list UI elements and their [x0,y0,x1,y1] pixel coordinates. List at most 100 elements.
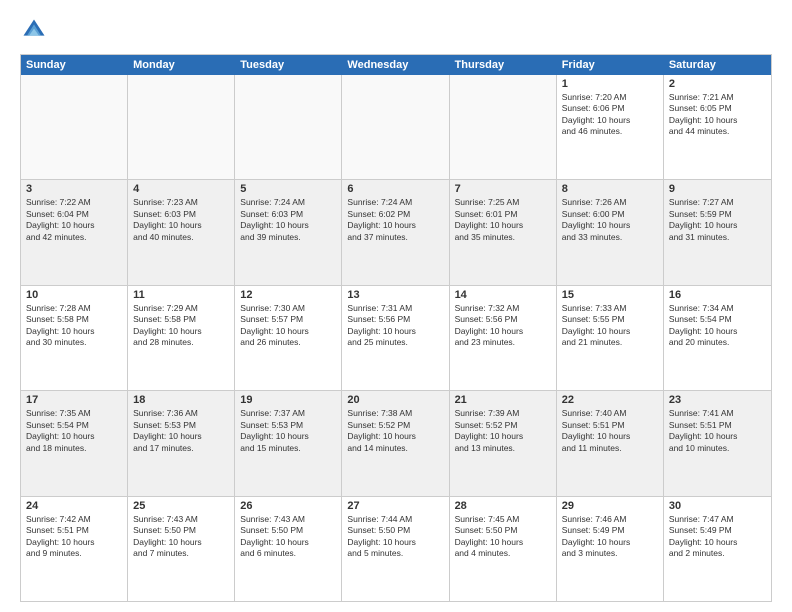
day-number: 14 [455,289,551,301]
day-number: 19 [240,394,336,406]
calendar-cell: 15 Sunrise: 7:33 AM Sunset: 5:55 PM Dayli… [557,286,664,390]
calendar-cell: 25 Sunrise: 7:43 AM Sunset: 5:50 PM Dayli… [128,497,235,601]
logo [20,16,52,44]
day-number: 30 [669,500,766,512]
day-info: Sunrise: 7:25 AM Sunset: 6:01 PM Dayligh… [455,197,551,243]
calendar-row-0: 1 Sunrise: 7:20 AM Sunset: 6:06 PM Daylig… [21,75,771,180]
day-info: Sunrise: 7:26 AM Sunset: 6:00 PM Dayligh… [562,197,658,243]
calendar-cell [21,75,128,179]
day-number: 20 [347,394,443,406]
calendar-cell: 23 Sunrise: 7:41 AM Sunset: 5:51 PM Dayli… [664,391,771,495]
header-day-sunday: Sunday [21,55,128,75]
calendar-cell: 4 Sunrise: 7:23 AM Sunset: 6:03 PM Daylig… [128,180,235,284]
calendar-cell: 5 Sunrise: 7:24 AM Sunset: 6:03 PM Daylig… [235,180,342,284]
day-number: 18 [133,394,229,406]
calendar-cell: 13Sunrise: 7:31 AM Sunset: 5:56 PM Dayli… [342,286,449,390]
calendar-cell: 19Sunrise: 7:37 AM Sunset: 5:53 PM Dayli… [235,391,342,495]
day-info: Sunrise: 7:38 AM Sunset: 5:52 PM Dayligh… [347,408,443,454]
day-number: 7 [455,183,551,195]
day-info: Sunrise: 7:43 AM Sunset: 5:50 PM Dayligh… [133,514,229,560]
day-number: 28 [455,500,551,512]
calendar-row-3: 17Sunrise: 7:35 AM Sunset: 5:54 PM Dayli… [21,391,771,496]
day-info: Sunrise: 7:45 AM Sunset: 5:50 PM Dayligh… [455,514,551,560]
calendar-cell: 26Sunrise: 7:43 AM Sunset: 5:50 PM Dayli… [235,497,342,601]
calendar-cell: 28 Sunrise: 7:45 AM Sunset: 5:50 PM Dayli… [450,497,557,601]
calendar-cell: 22 Sunrise: 7:40 AM Sunset: 5:51 PM Dayli… [557,391,664,495]
day-number: 12 [240,289,336,301]
calendar-header: SundayMondayTuesdayWednesdayThursdayFrid… [21,55,771,75]
day-info: Sunrise: 7:34 AM Sunset: 5:54 PM Dayligh… [669,303,766,349]
day-info: Sunrise: 7:21 AM Sunset: 6:05 PM Dayligh… [669,92,766,138]
header-day-thursday: Thursday [450,55,557,75]
day-number: 27 [347,500,443,512]
day-info: Sunrise: 7:46 AM Sunset: 5:49 PM Dayligh… [562,514,658,560]
calendar-cell: 8 Sunrise: 7:26 AM Sunset: 6:00 PM Daylig… [557,180,664,284]
day-number: 24 [26,500,122,512]
calendar-cell: 18 Sunrise: 7:36 AM Sunset: 5:53 PM Dayli… [128,391,235,495]
calendar-cell: 3 Sunrise: 7:22 AM Sunset: 6:04 PM Daylig… [21,180,128,284]
calendar-row-4: 24 Sunrise: 7:42 AM Sunset: 5:51 PM Dayli… [21,497,771,601]
day-number: 5 [240,183,336,195]
calendar-cell: 24 Sunrise: 7:42 AM Sunset: 5:51 PM Dayli… [21,497,128,601]
calendar-cell: 30 Sunrise: 7:47 AM Sunset: 5:49 PM Dayli… [664,497,771,601]
header [20,16,772,44]
day-info: Sunrise: 7:43 AM Sunset: 5:50 PM Dayligh… [240,514,336,560]
calendar-body: 1 Sunrise: 7:20 AM Sunset: 6:06 PM Daylig… [21,75,771,601]
calendar-cell: 12 Sunrise: 7:30 AM Sunset: 5:57 PM Dayli… [235,286,342,390]
calendar-cell [235,75,342,179]
header-day-saturday: Saturday [664,55,771,75]
calendar-cell: 9Sunrise: 7:27 AM Sunset: 5:59 PM Daylig… [664,180,771,284]
day-info: Sunrise: 7:30 AM Sunset: 5:57 PM Dayligh… [240,303,336,349]
calendar-cell: 7 Sunrise: 7:25 AM Sunset: 6:01 PM Daylig… [450,180,557,284]
calendar-cell [342,75,449,179]
calendar-cell: 20 Sunrise: 7:38 AM Sunset: 5:52 PM Dayli… [342,391,449,495]
calendar-cell: 16 Sunrise: 7:34 AM Sunset: 5:54 PM Dayli… [664,286,771,390]
day-info: Sunrise: 7:33 AM Sunset: 5:55 PM Dayligh… [562,303,658,349]
day-number: 1 [562,78,658,90]
day-info: Sunrise: 7:28 AM Sunset: 5:58 PM Dayligh… [26,303,122,349]
calendar-cell: 29 Sunrise: 7:46 AM Sunset: 5:49 PM Dayli… [557,497,664,601]
calendar-cell [128,75,235,179]
day-number: 17 [26,394,122,406]
day-info: Sunrise: 7:36 AM Sunset: 5:53 PM Dayligh… [133,408,229,454]
calendar: SundayMondayTuesdayWednesdayThursdayFrid… [20,54,772,602]
calendar-cell: 14 Sunrise: 7:32 AM Sunset: 5:56 PM Dayli… [450,286,557,390]
calendar-cell: 10 Sunrise: 7:28 AM Sunset: 5:58 PM Dayli… [21,286,128,390]
day-number: 29 [562,500,658,512]
day-number: 15 [562,289,658,301]
header-day-monday: Monday [128,55,235,75]
day-number: 4 [133,183,229,195]
day-number: 6 [347,183,443,195]
header-day-friday: Friday [557,55,664,75]
day-info: Sunrise: 7:40 AM Sunset: 5:51 PM Dayligh… [562,408,658,454]
day-info: Sunrise: 7:47 AM Sunset: 5:49 PM Dayligh… [669,514,766,560]
calendar-cell [450,75,557,179]
day-info: Sunrise: 7:24 AM Sunset: 6:03 PM Dayligh… [240,197,336,243]
day-number: 21 [455,394,551,406]
calendar-cell: 1 Sunrise: 7:20 AM Sunset: 6:06 PM Daylig… [557,75,664,179]
header-day-wednesday: Wednesday [342,55,449,75]
day-number: 23 [669,394,766,406]
day-info: Sunrise: 7:31 AM Sunset: 5:56 PM Dayligh… [347,303,443,349]
page: SundayMondayTuesdayWednesdayThursdayFrid… [0,0,792,612]
day-info: Sunrise: 7:42 AM Sunset: 5:51 PM Dayligh… [26,514,122,560]
day-info: Sunrise: 7:41 AM Sunset: 5:51 PM Dayligh… [669,408,766,454]
day-number: 3 [26,183,122,195]
calendar-cell: 17Sunrise: 7:35 AM Sunset: 5:54 PM Dayli… [21,391,128,495]
day-info: Sunrise: 7:22 AM Sunset: 6:04 PM Dayligh… [26,197,122,243]
day-number: 10 [26,289,122,301]
calendar-row-1: 3 Sunrise: 7:22 AM Sunset: 6:04 PM Daylig… [21,180,771,285]
day-number: 8 [562,183,658,195]
day-info: Sunrise: 7:23 AM Sunset: 6:03 PM Dayligh… [133,197,229,243]
calendar-cell: 11Sunrise: 7:29 AM Sunset: 5:58 PM Dayli… [128,286,235,390]
day-number: 2 [669,78,766,90]
calendar-row-2: 10 Sunrise: 7:28 AM Sunset: 5:58 PM Dayli… [21,286,771,391]
calendar-cell: 2 Sunrise: 7:21 AM Sunset: 6:05 PM Daylig… [664,75,771,179]
day-info: Sunrise: 7:24 AM Sunset: 6:02 PM Dayligh… [347,197,443,243]
day-number: 22 [562,394,658,406]
day-info: Sunrise: 7:32 AM Sunset: 5:56 PM Dayligh… [455,303,551,349]
day-number: 16 [669,289,766,301]
day-number: 9 [669,183,766,195]
day-number: 25 [133,500,229,512]
day-info: Sunrise: 7:20 AM Sunset: 6:06 PM Dayligh… [562,92,658,138]
